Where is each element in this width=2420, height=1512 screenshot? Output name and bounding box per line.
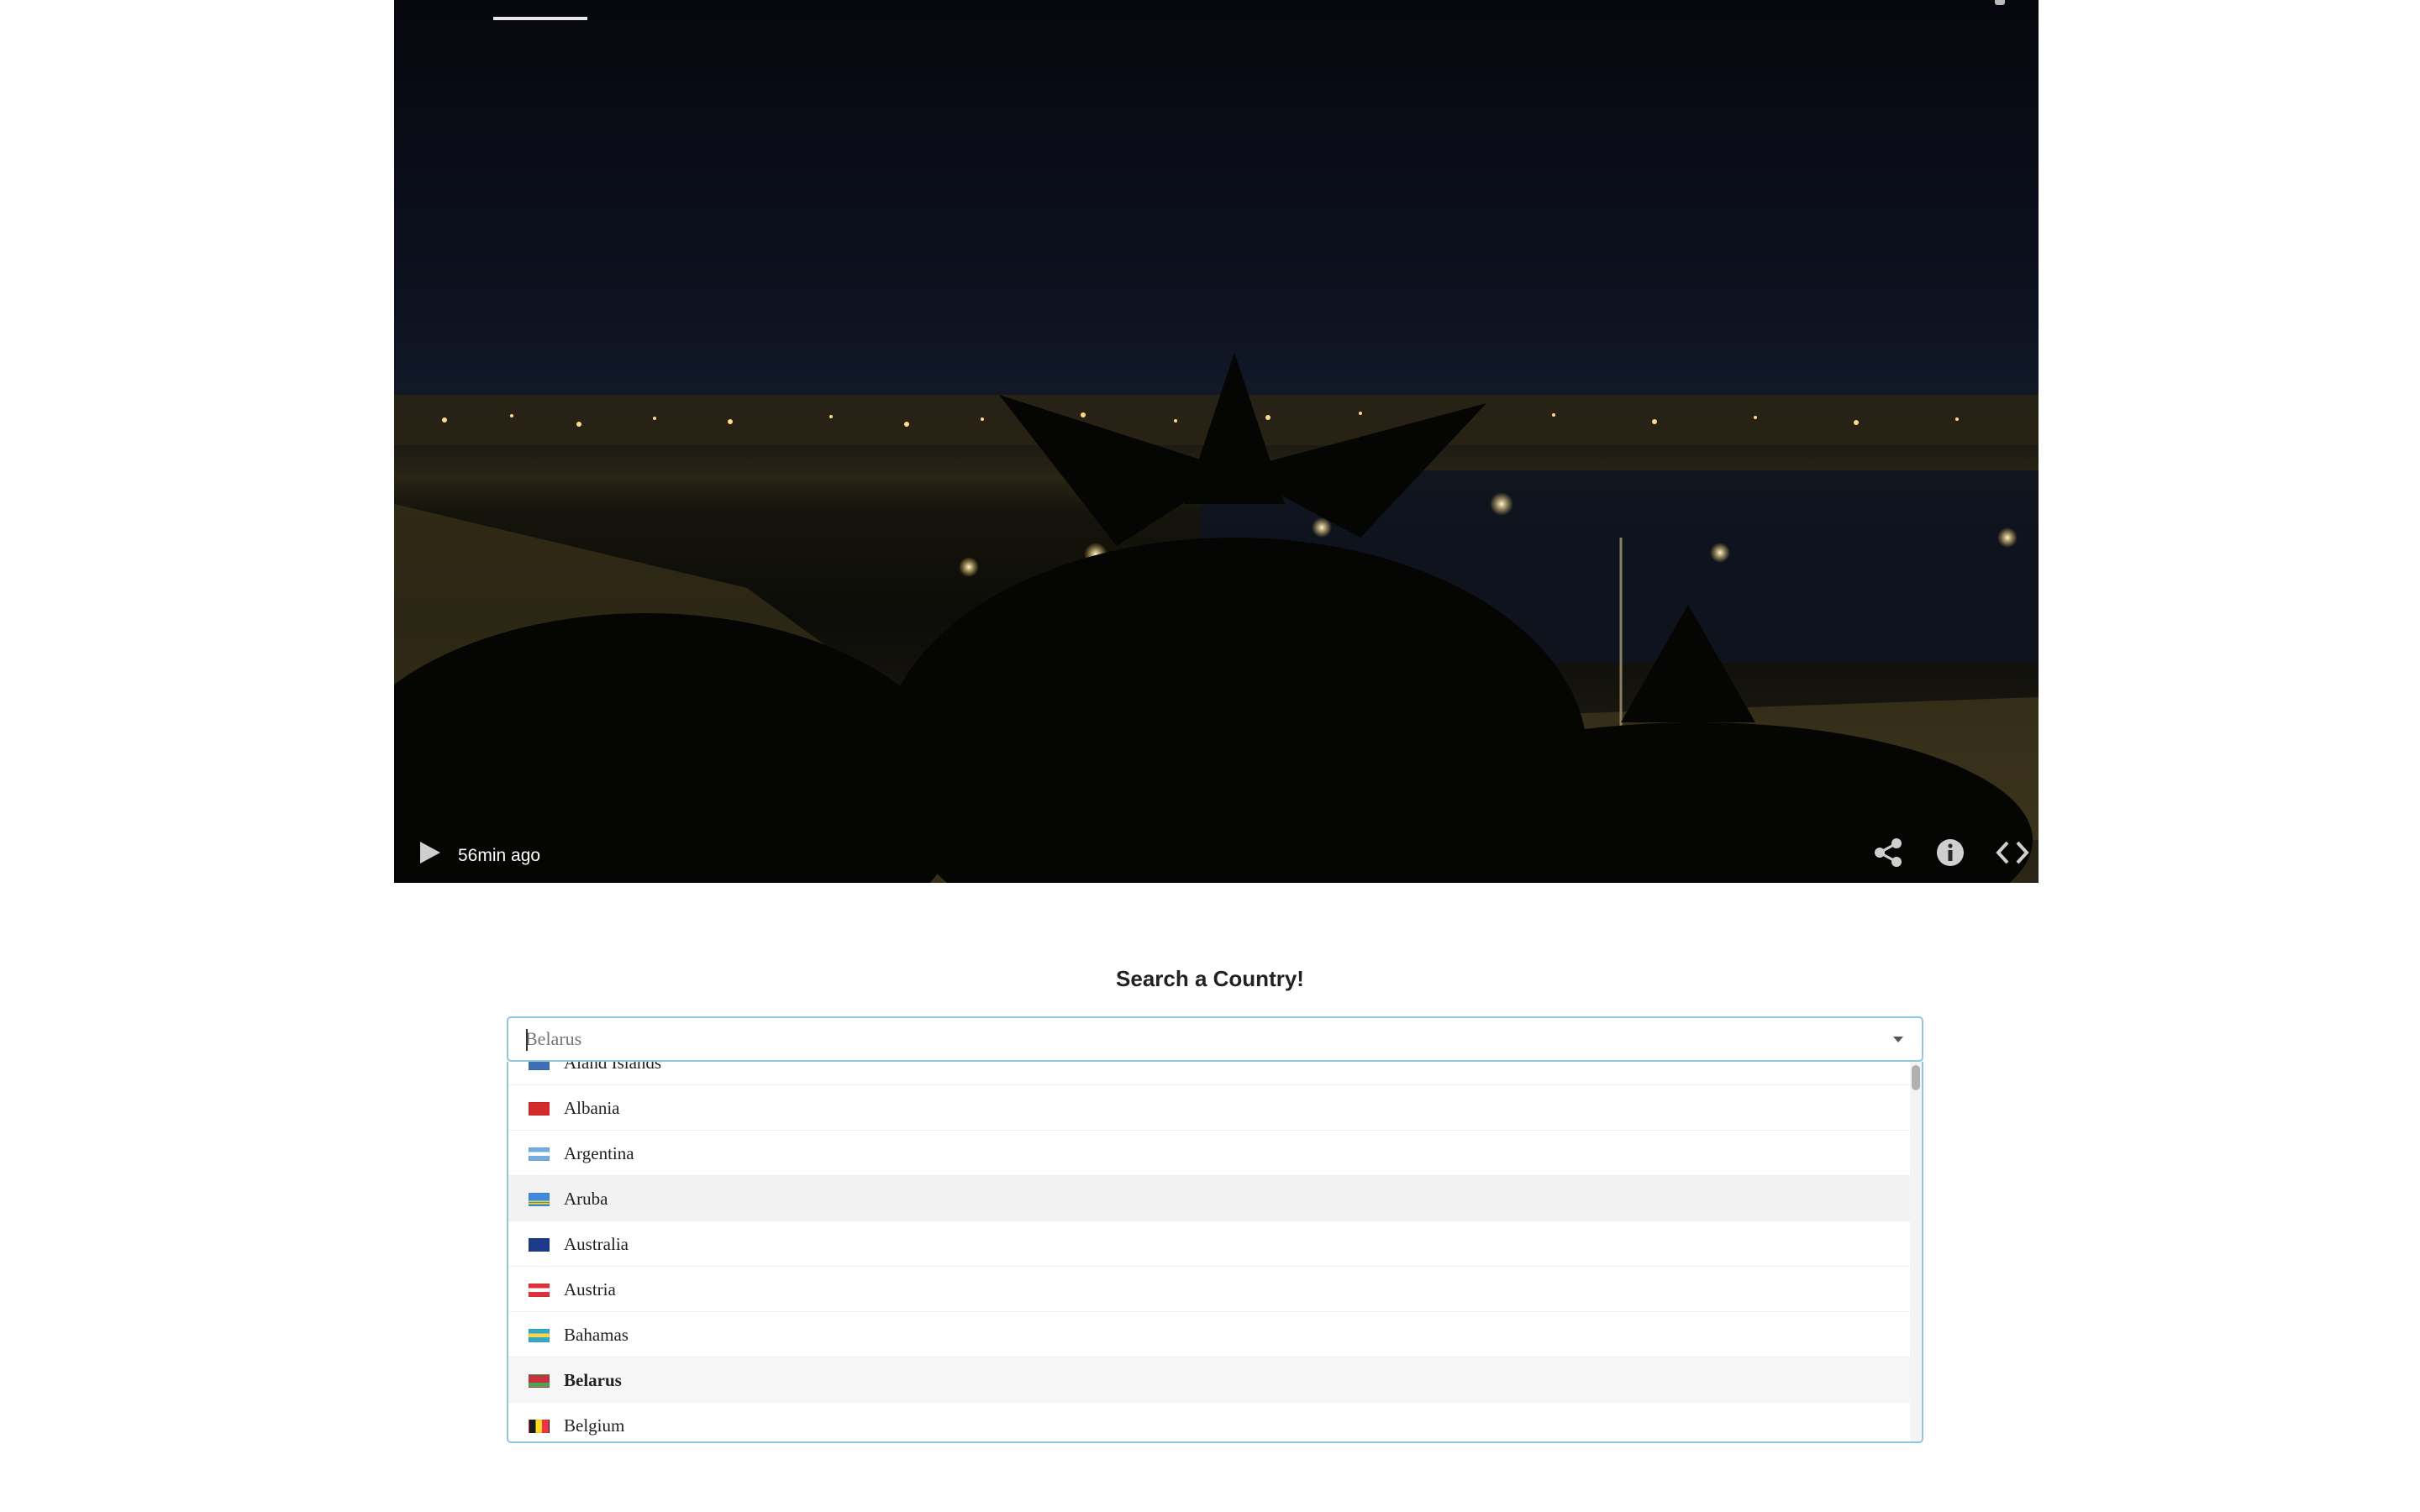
embed-button[interactable] — [1994, 834, 2031, 871]
country-search-input[interactable] — [525, 1018, 1853, 1060]
text-cursor — [526, 1029, 528, 1051]
country-option[interactable]: Austria — [508, 1267, 1913, 1312]
country-option-label: Belgium — [564, 1415, 625, 1436]
australia-flag-icon — [529, 1238, 550, 1252]
info-button[interactable] — [1932, 834, 1969, 871]
country-dropdown[interactable]: Aland Islands Albania Argentina Aruba Austra… — [507, 1062, 1923, 1443]
country-options-list: Aland Islands Albania Argentina Aruba Austra… — [508, 1062, 1913, 1441]
bahamas-flag-icon — [529, 1329, 550, 1342]
country-option[interactable]: Belarus — [508, 1357, 1913, 1403]
country-option-label: Belarus — [564, 1370, 622, 1390]
country-option[interactable]: Bahamas — [508, 1312, 1913, 1357]
play-button[interactable] — [413, 836, 446, 869]
belgium-flag-icon — [529, 1420, 550, 1433]
argentina-flag-icon — [529, 1147, 550, 1161]
country-option-label: Argentina — [564, 1143, 634, 1163]
webcam-image — [394, 353, 2039, 883]
country-option[interactable]: Belgium — [508, 1403, 1913, 1441]
country-option-label: Aruba — [564, 1189, 608, 1209]
embed-code-icon — [1996, 841, 2029, 864]
albania-flag-icon — [529, 1102, 550, 1116]
timestamp-label: 56min ago — [458, 846, 541, 865]
country-option[interactable]: Australia — [508, 1221, 1913, 1267]
page: 56min ago Search a Country! Belarus Alan… — [0, 0, 2420, 1512]
aland-flag-icon — [529, 1062, 550, 1070]
share-button[interactable] — [1870, 834, 1907, 871]
info-icon — [1937, 839, 1964, 866]
country-select[interactable] — [507, 1016, 1923, 1062]
country-option[interactable]: Albania — [508, 1085, 1913, 1131]
dropdown-scrollbar[interactable] — [1910, 1062, 1922, 1441]
fullscreen-icon[interactable] — [1995, 0, 2005, 5]
dropdown-arrow-icon[interactable] — [1893, 1037, 1903, 1042]
webcam-player[interactable]: 56min ago — [394, 0, 2039, 883]
country-option[interactable]: Aruba — [508, 1176, 1913, 1221]
country-option-label: Bahamas — [564, 1325, 629, 1345]
country-option-label: Albania — [564, 1098, 620, 1118]
play-icon — [420, 842, 440, 864]
share-icon — [1875, 838, 1902, 867]
country-option-label: Aland Islands — [564, 1062, 662, 1073]
belarus-flag-icon — [529, 1374, 550, 1388]
austria-flag-icon — [529, 1284, 550, 1297]
aruba-flag-icon — [529, 1193, 550, 1206]
country-option-label: Australia — [564, 1234, 629, 1254]
progress-indicator — [493, 17, 587, 20]
country-option[interactable]: Aland Islands — [508, 1062, 1913, 1085]
scrollbar-thumb[interactable] — [1912, 1065, 1920, 1090]
country-option[interactable]: Argentina — [508, 1131, 1913, 1176]
search-title: Search a Country! — [1116, 966, 1304, 991]
country-option-label: Austria — [564, 1279, 616, 1299]
